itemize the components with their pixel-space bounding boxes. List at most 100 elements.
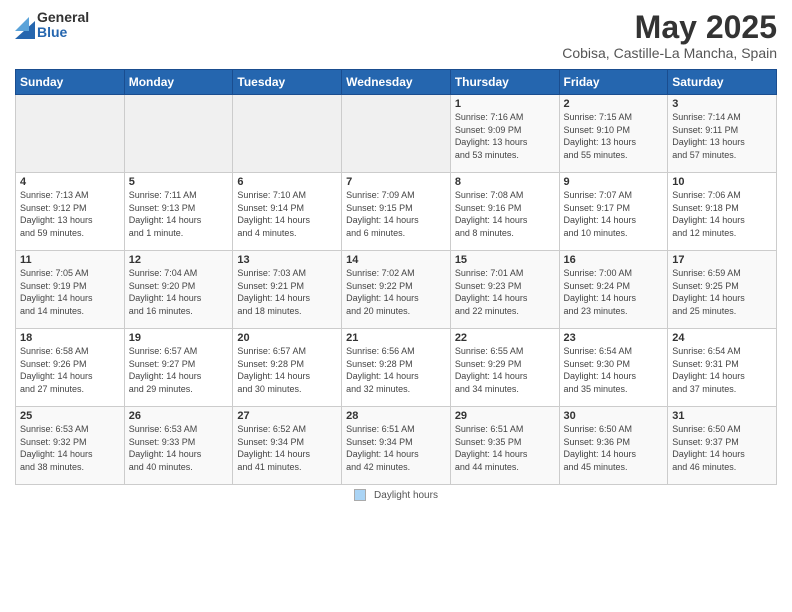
table-row [124, 95, 233, 173]
day-info: Sunrise: 6:58 AM Sunset: 9:26 PM Dayligh… [20, 345, 120, 395]
day-number: 29 [455, 410, 555, 422]
logo-general: General [37, 10, 89, 25]
table-row: 12Sunrise: 7:04 AM Sunset: 9:20 PM Dayli… [124, 251, 233, 329]
table-row: 20Sunrise: 6:57 AM Sunset: 9:28 PM Dayli… [233, 329, 342, 407]
day-info: Sunrise: 6:53 AM Sunset: 9:32 PM Dayligh… [20, 423, 120, 473]
day-number: 25 [20, 410, 120, 422]
table-row: 31Sunrise: 6:50 AM Sunset: 9:37 PM Dayli… [668, 407, 777, 485]
day-number: 8 [455, 176, 555, 188]
logo-icon [15, 11, 35, 39]
table-row: 7Sunrise: 7:09 AM Sunset: 9:15 PM Daylig… [342, 173, 451, 251]
table-row: 8Sunrise: 7:08 AM Sunset: 9:16 PM Daylig… [450, 173, 559, 251]
day-number: 3 [672, 98, 772, 110]
col-sunday: Sunday [16, 70, 125, 95]
calendar-table: Sunday Monday Tuesday Wednesday Thursday… [15, 69, 777, 485]
day-number: 9 [564, 176, 664, 188]
day-number: 18 [20, 332, 120, 344]
calendar-body: 1Sunrise: 7:16 AM Sunset: 9:09 PM Daylig… [16, 95, 777, 485]
day-number: 27 [237, 410, 337, 422]
day-info: Sunrise: 6:54 AM Sunset: 9:31 PM Dayligh… [672, 345, 772, 395]
table-row: 3Sunrise: 7:14 AM Sunset: 9:11 PM Daylig… [668, 95, 777, 173]
day-number: 24 [672, 332, 772, 344]
table-row [233, 95, 342, 173]
day-info: Sunrise: 6:54 AM Sunset: 9:30 PM Dayligh… [564, 345, 664, 395]
table-row: 9Sunrise: 7:07 AM Sunset: 9:17 PM Daylig… [559, 173, 668, 251]
title-block: May 2025 Cobisa, Castille-La Mancha, Spa… [562, 10, 777, 61]
col-saturday: Saturday [668, 70, 777, 95]
day-info: Sunrise: 7:05 AM Sunset: 9:19 PM Dayligh… [20, 267, 120, 317]
table-row: 17Sunrise: 6:59 AM Sunset: 9:25 PM Dayli… [668, 251, 777, 329]
table-row [342, 95, 451, 173]
table-row: 18Sunrise: 6:58 AM Sunset: 9:26 PM Dayli… [16, 329, 125, 407]
day-info: Sunrise: 6:55 AM Sunset: 9:29 PM Dayligh… [455, 345, 555, 395]
table-row: 23Sunrise: 6:54 AM Sunset: 9:30 PM Dayli… [559, 329, 668, 407]
day-info: Sunrise: 7:14 AM Sunset: 9:11 PM Dayligh… [672, 111, 772, 161]
table-row: 10Sunrise: 7:06 AM Sunset: 9:18 PM Dayli… [668, 173, 777, 251]
day-number: 5 [129, 176, 229, 188]
calendar-week-1: 1Sunrise: 7:16 AM Sunset: 9:09 PM Daylig… [16, 95, 777, 173]
day-number: 16 [564, 254, 664, 266]
day-info: Sunrise: 7:02 AM Sunset: 9:22 PM Dayligh… [346, 267, 446, 317]
day-number: 31 [672, 410, 772, 422]
table-row: 11Sunrise: 7:05 AM Sunset: 9:19 PM Dayli… [16, 251, 125, 329]
table-row: 25Sunrise: 6:53 AM Sunset: 9:32 PM Dayli… [16, 407, 125, 485]
col-tuesday: Tuesday [233, 70, 342, 95]
day-info: Sunrise: 6:50 AM Sunset: 9:36 PM Dayligh… [564, 423, 664, 473]
calendar-week-2: 4Sunrise: 7:13 AM Sunset: 9:12 PM Daylig… [16, 173, 777, 251]
day-info: Sunrise: 7:08 AM Sunset: 9:16 PM Dayligh… [455, 189, 555, 239]
day-info: Sunrise: 6:57 AM Sunset: 9:27 PM Dayligh… [129, 345, 229, 395]
day-info: Sunrise: 6:53 AM Sunset: 9:33 PM Dayligh… [129, 423, 229, 473]
calendar-title: May 2025 [562, 10, 777, 45]
table-row: 5Sunrise: 7:11 AM Sunset: 9:13 PM Daylig… [124, 173, 233, 251]
day-number: 6 [237, 176, 337, 188]
day-number: 14 [346, 254, 446, 266]
logo: General Blue [15, 10, 89, 41]
table-row: 2Sunrise: 7:15 AM Sunset: 9:10 PM Daylig… [559, 95, 668, 173]
daylight-swatch [354, 489, 366, 501]
day-number: 20 [237, 332, 337, 344]
day-number: 11 [20, 254, 120, 266]
day-info: Sunrise: 6:50 AM Sunset: 9:37 PM Dayligh… [672, 423, 772, 473]
table-row: 4Sunrise: 7:13 AM Sunset: 9:12 PM Daylig… [16, 173, 125, 251]
day-info: Sunrise: 7:15 AM Sunset: 9:10 PM Dayligh… [564, 111, 664, 161]
table-row: 6Sunrise: 7:10 AM Sunset: 9:14 PM Daylig… [233, 173, 342, 251]
day-info: Sunrise: 7:00 AM Sunset: 9:24 PM Dayligh… [564, 267, 664, 317]
day-number: 23 [564, 332, 664, 344]
day-number: 2 [564, 98, 664, 110]
day-info: Sunrise: 6:57 AM Sunset: 9:28 PM Dayligh… [237, 345, 337, 395]
day-number: 22 [455, 332, 555, 344]
day-info: Sunrise: 7:09 AM Sunset: 9:15 PM Dayligh… [346, 189, 446, 239]
table-row: 30Sunrise: 6:50 AM Sunset: 9:36 PM Dayli… [559, 407, 668, 485]
day-number: 21 [346, 332, 446, 344]
day-number: 30 [564, 410, 664, 422]
day-number: 26 [129, 410, 229, 422]
day-info: Sunrise: 6:51 AM Sunset: 9:35 PM Dayligh… [455, 423, 555, 473]
day-info: Sunrise: 7:04 AM Sunset: 9:20 PM Dayligh… [129, 267, 229, 317]
day-number: 1 [455, 98, 555, 110]
calendar-header: Sunday Monday Tuesday Wednesday Thursday… [16, 70, 777, 95]
calendar-week-5: 25Sunrise: 6:53 AM Sunset: 9:32 PM Dayli… [16, 407, 777, 485]
day-info: Sunrise: 6:56 AM Sunset: 9:28 PM Dayligh… [346, 345, 446, 395]
day-info: Sunrise: 6:52 AM Sunset: 9:34 PM Dayligh… [237, 423, 337, 473]
day-info: Sunrise: 7:16 AM Sunset: 9:09 PM Dayligh… [455, 111, 555, 161]
header-row: Sunday Monday Tuesday Wednesday Thursday… [16, 70, 777, 95]
day-number: 12 [129, 254, 229, 266]
day-info: Sunrise: 7:03 AM Sunset: 9:21 PM Dayligh… [237, 267, 337, 317]
footer-label: Daylight hours [374, 490, 438, 501]
logo-text: General Blue [37, 10, 89, 41]
day-number: 28 [346, 410, 446, 422]
table-row: 19Sunrise: 6:57 AM Sunset: 9:27 PM Dayli… [124, 329, 233, 407]
table-row: 21Sunrise: 6:56 AM Sunset: 9:28 PM Dayli… [342, 329, 451, 407]
footer: Daylight hours [15, 489, 777, 501]
table-row [16, 95, 125, 173]
table-row: 28Sunrise: 6:51 AM Sunset: 9:34 PM Dayli… [342, 407, 451, 485]
day-info: Sunrise: 7:11 AM Sunset: 9:13 PM Dayligh… [129, 189, 229, 239]
day-info: Sunrise: 7:07 AM Sunset: 9:17 PM Dayligh… [564, 189, 664, 239]
logo-blue: Blue [37, 25, 89, 40]
table-row: 14Sunrise: 7:02 AM Sunset: 9:22 PM Dayli… [342, 251, 451, 329]
day-number: 19 [129, 332, 229, 344]
table-row: 27Sunrise: 6:52 AM Sunset: 9:34 PM Dayli… [233, 407, 342, 485]
day-number: 17 [672, 254, 772, 266]
day-info: Sunrise: 7:10 AM Sunset: 9:14 PM Dayligh… [237, 189, 337, 239]
table-row: 13Sunrise: 7:03 AM Sunset: 9:21 PM Dayli… [233, 251, 342, 329]
